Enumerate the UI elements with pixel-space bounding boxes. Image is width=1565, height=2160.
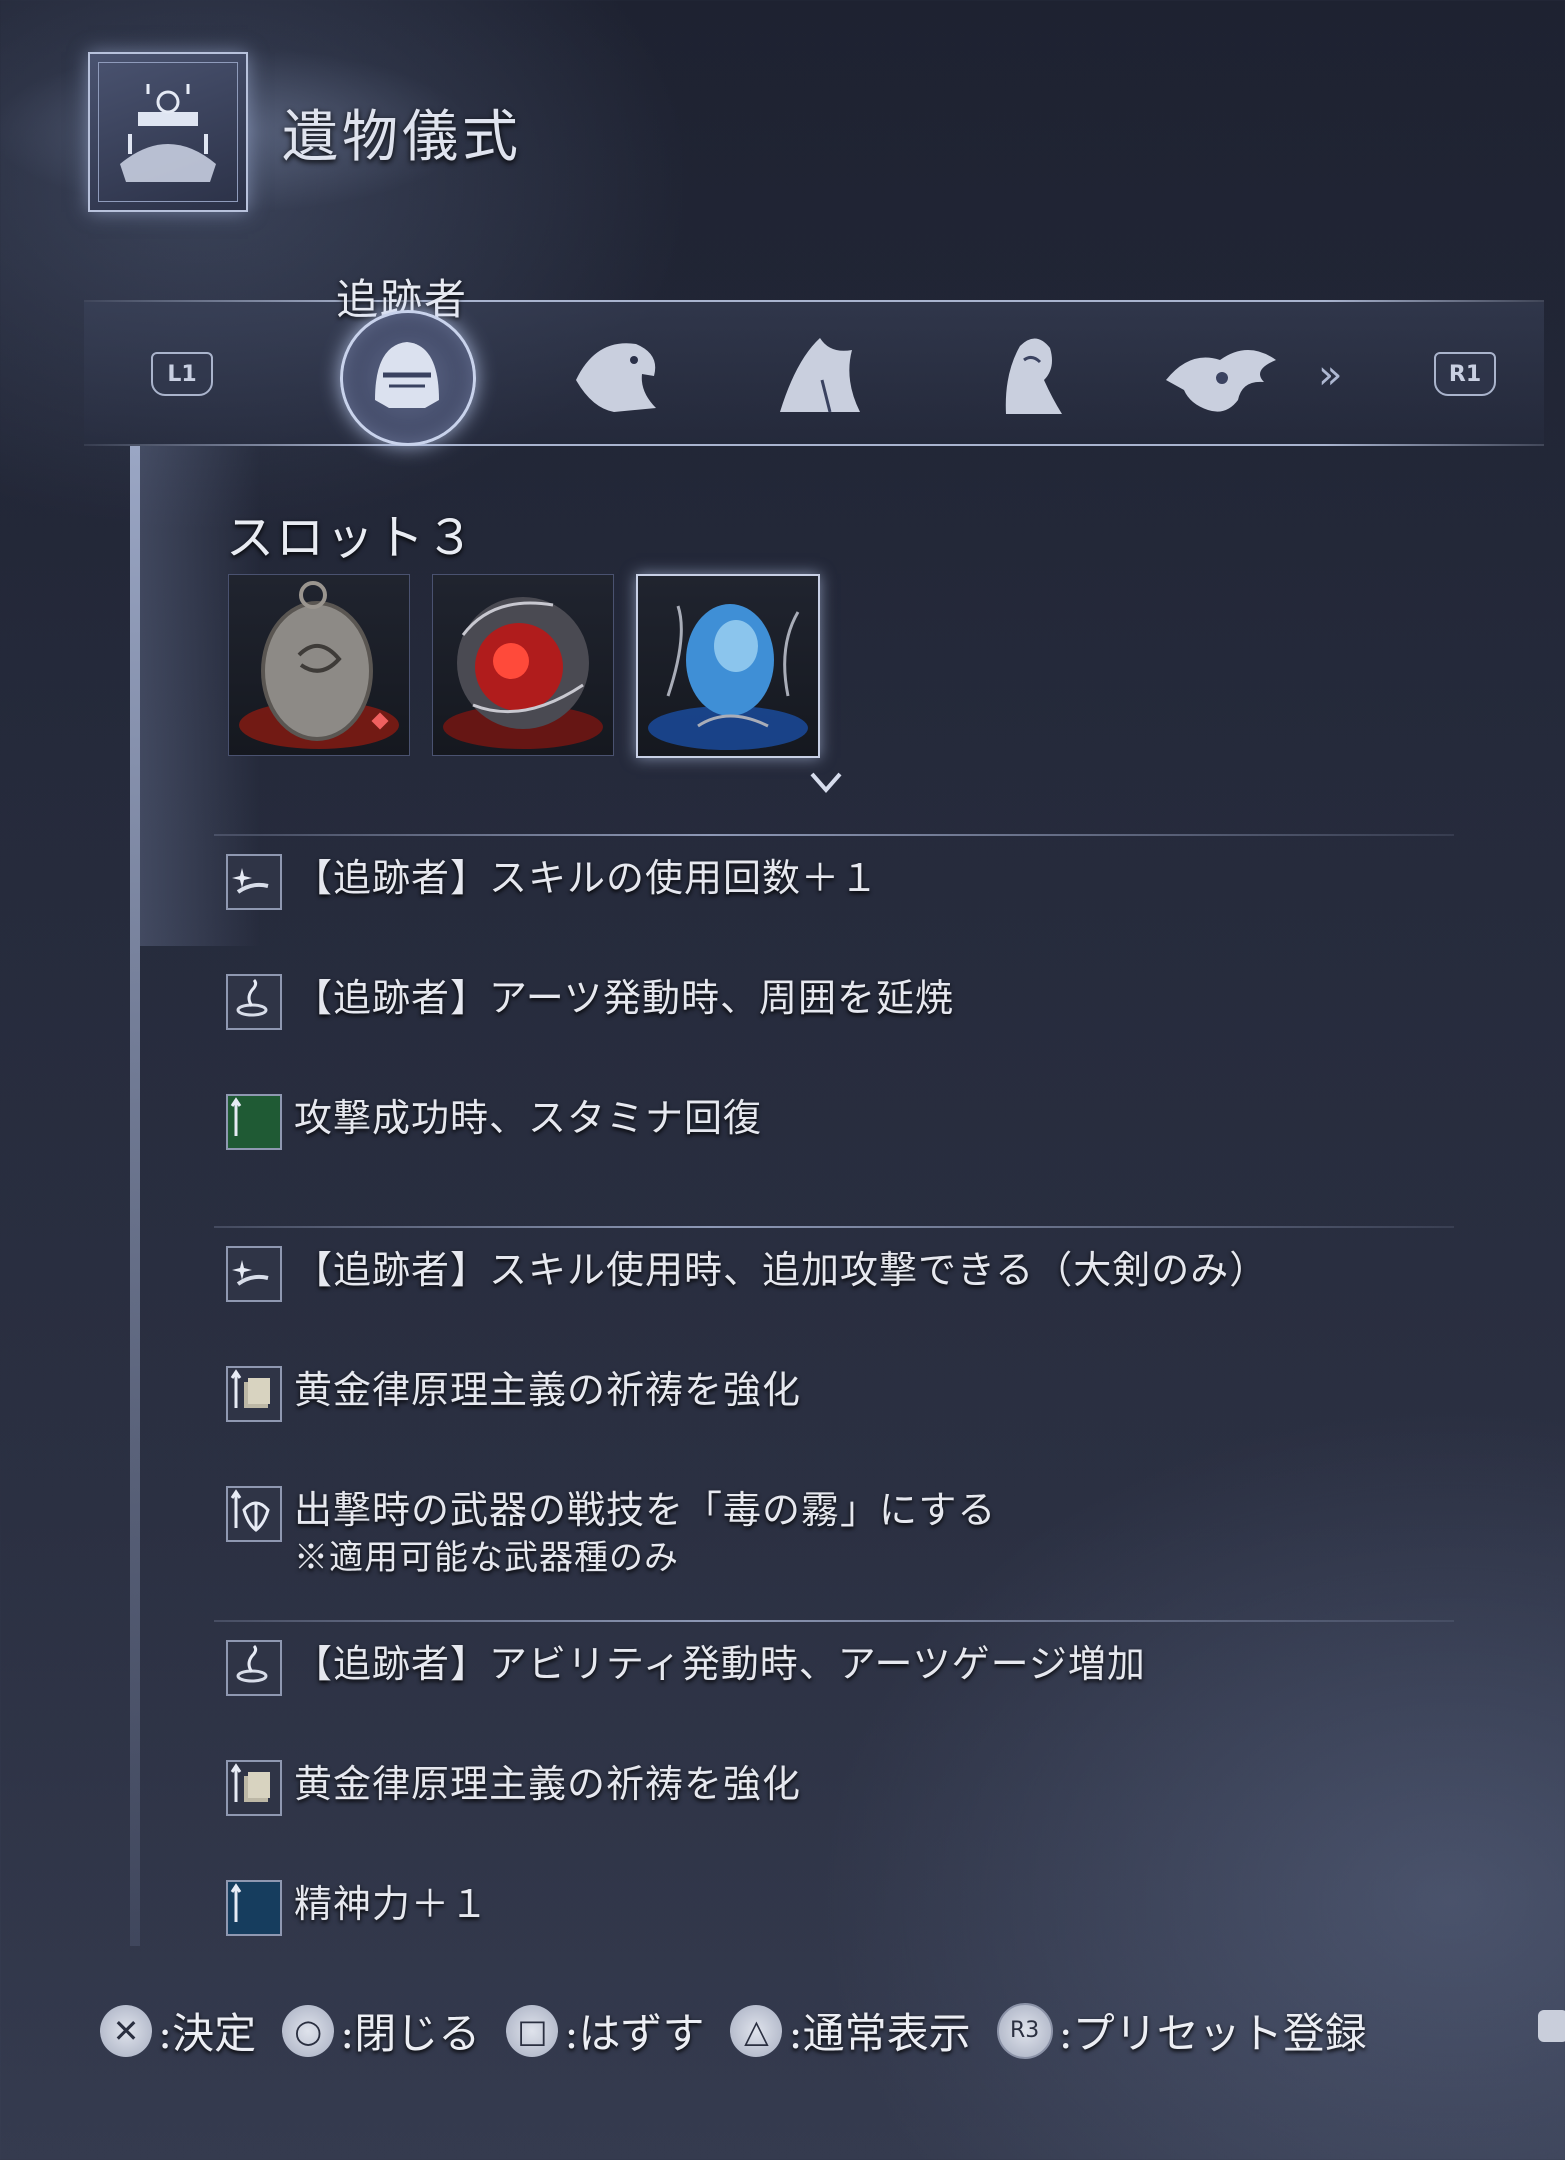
square-button-icon[interactable]: □ (506, 2004, 559, 2057)
hooded-figure-icon[interactable] (760, 320, 880, 430)
helmet-knight-icon[interactable] (345, 320, 465, 430)
effect-row[interactable]: 攻撃成功時、スタミナ回復 (226, 1094, 762, 1150)
relic-slot-3[interactable] (636, 574, 820, 758)
effects-divider (214, 834, 1454, 836)
r3-button-icon[interactable]: R3 (996, 2002, 1053, 2059)
effects-divider (214, 1620, 1454, 1622)
remove-label: :はずす (564, 2009, 705, 2058)
header: 遺物儀式 (0, 0, 1565, 250)
relic-slot-2[interactable] (432, 574, 614, 756)
blue-orb-relic-icon (648, 604, 808, 750)
effect-text: 精神力＋１ (294, 1882, 490, 1926)
stat-blue-icon (226, 1880, 282, 1936)
touchpad-button-icon[interactable] (1538, 2010, 1565, 2042)
effect-row[interactable]: 黄金律原理主義の祈祷を強化 (226, 1760, 801, 1816)
effect-row[interactable]: 【追跡者】アーツ発動時、周囲を延焼 (226, 974, 954, 1030)
relic-slot-1[interactable] (228, 574, 410, 756)
cross-button-icon[interactable]: ✕ (100, 2004, 152, 2057)
effect-text: 黄金律原理主義の祈祷を強化 (294, 1762, 802, 1806)
panel-frame (130, 446, 140, 1946)
l1-prev-button[interactable]: L1 (151, 352, 213, 396)
skill-icon (226, 1246, 282, 1302)
effects-divider (214, 1226, 1454, 1228)
expand-chevron-icon[interactable] (808, 764, 844, 800)
close-label: :閉じる (340, 2009, 481, 2058)
effect-text: 【追跡者】スキル使用時、追加攻撃できる（大剣のみ） (294, 1248, 1269, 1292)
triangle-button-icon[interactable]: △ (730, 2004, 783, 2057)
skill-icon (226, 854, 282, 910)
confirm-label: :決定 (158, 2009, 257, 2058)
scroll-icon (226, 1760, 282, 1816)
weapon-skill-icon (226, 1486, 282, 1542)
arts-icon (226, 1640, 282, 1696)
more-characters-chevron-icon[interactable]: » (1318, 352, 1342, 398)
effect-row[interactable]: 精神力＋１ (226, 1880, 489, 1936)
dragon-crest-icon[interactable] (1160, 320, 1280, 430)
arts-icon (226, 974, 282, 1030)
effect-text: 黄金律原理主義の祈祷を強化 (294, 1368, 802, 1412)
slot-label: スロット３ (226, 510, 477, 566)
effect-row[interactable]: 【追跡者】スキル使用時、追加攻撃できる（大剣のみ） (226, 1246, 1268, 1302)
circle-button-icon[interactable]: ○ (282, 2004, 335, 2057)
red-orb-relic-icon (443, 597, 603, 749)
effect-text: 出撃時の武器の戦技を「毒の霧」にする (294, 1488, 997, 1532)
effect-row[interactable]: 黄金律原理主義の祈祷を強化 (226, 1366, 801, 1422)
effect-row[interactable]: 出撃時の武器の戦技を「毒の霧」にする ※適用可能な武器種のみ (226, 1486, 996, 1582)
eagle-head-icon[interactable] (556, 320, 676, 430)
preset-register-label: :プリセット登録 (1058, 2009, 1367, 2058)
normal-view-label: :通常表示 (788, 2009, 971, 2058)
effect-text: 【追跡者】スキルの使用回数＋１ (294, 856, 880, 900)
relic-rite-emblem-icon (88, 52, 248, 212)
effect-note: ※適用可能な武器種のみ (294, 1538, 679, 1578)
effect-text: 【追跡者】アーツ発動時、周囲を延焼 (294, 976, 954, 1020)
page-title: 遺物儀式 (282, 105, 522, 170)
r1-next-button[interactable]: R1 (1434, 352, 1496, 396)
effect-text: 攻撃成功時、スタミナ回復 (294, 1096, 763, 1140)
medallion-relic-icon (239, 581, 399, 749)
woman-profile-icon[interactable] (966, 320, 1086, 430)
effect-row[interactable]: 【追跡者】アビリティ発動時、アーツゲージ増加 (226, 1640, 1146, 1696)
button-prompts: ✕ :決定 ○ :閉じる □ :はずす △ :通常表示 R3 :プリセット登録 (100, 2000, 1393, 2061)
effect-row[interactable]: 【追跡者】スキルの使用回数＋１ (226, 854, 879, 910)
scroll-icon (226, 1366, 282, 1422)
effect-text: 【追跡者】アビリティ発動時、アーツゲージ増加 (294, 1642, 1146, 1686)
stat-green-icon (226, 1094, 282, 1150)
